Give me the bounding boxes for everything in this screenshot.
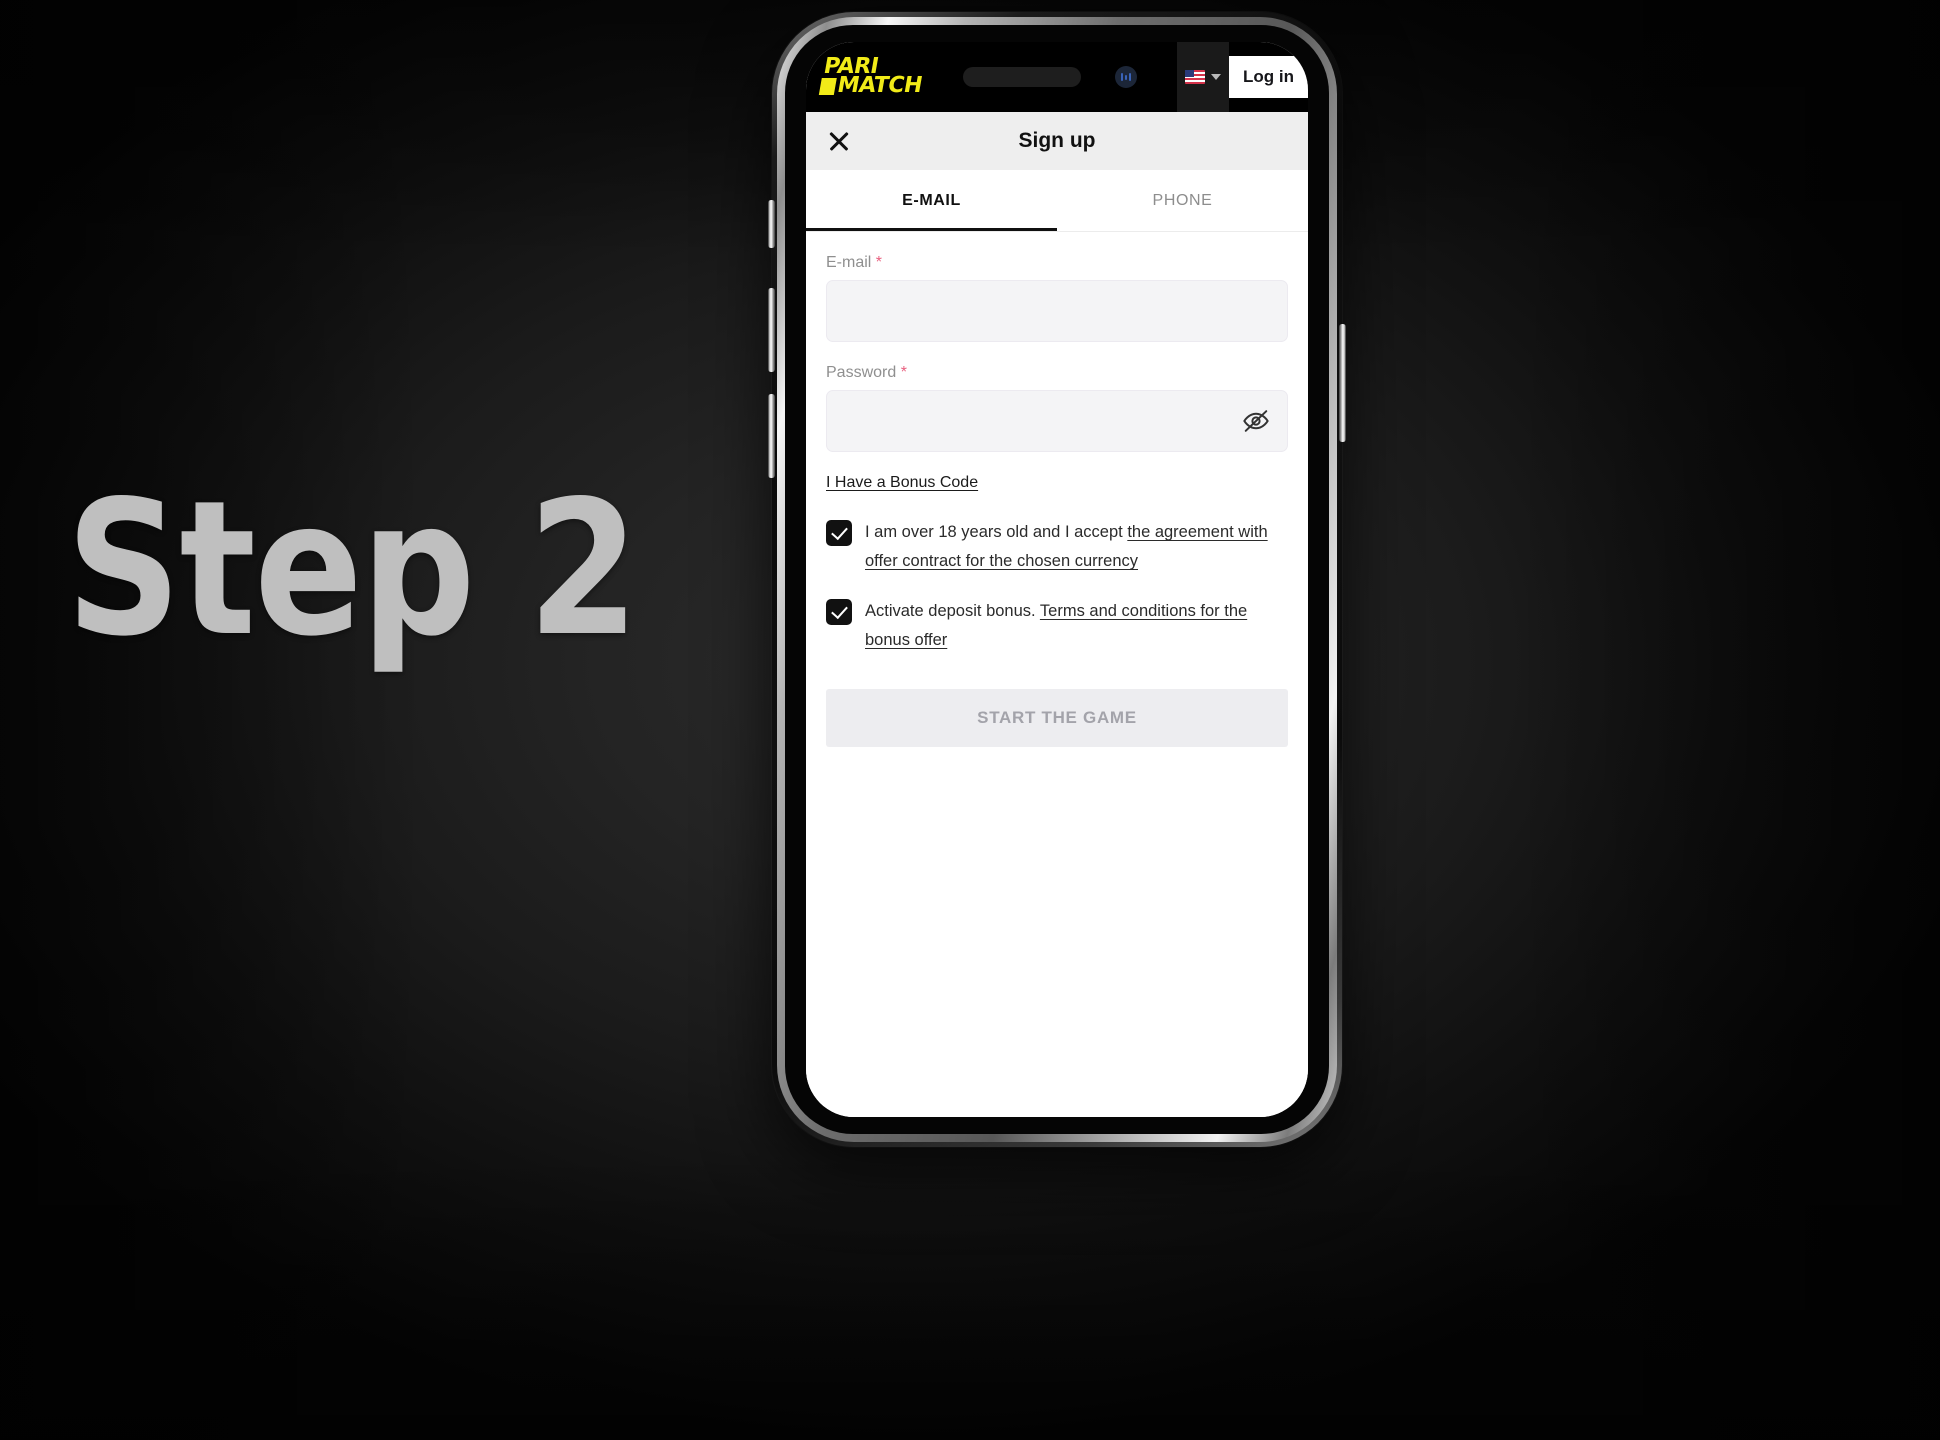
header-right-group: Log in xyxy=(1177,42,1308,112)
tab-phone[interactable]: PHONE xyxy=(1057,170,1308,231)
age-agreement-plain: I am over 18 years old and I accept xyxy=(865,523,1128,541)
login-button[interactable]: Log in xyxy=(1229,56,1308,98)
password-required-mark: * xyxy=(900,364,907,381)
logo-match-label: MATCH xyxy=(835,73,924,98)
age-agreement-row: I am over 18 years old and I accept the … xyxy=(826,518,1288,577)
power-button[interactable] xyxy=(1339,324,1346,442)
parimatch-logo[interactable]: PARI MATCH xyxy=(818,54,927,98)
password-label: Password * xyxy=(826,364,1288,382)
page-title: Sign up xyxy=(1018,129,1096,152)
phone-screen: PARI MATCH Log in Sign up E-MAIL PHONE E… xyxy=(806,42,1308,1117)
chevron-down-icon xyxy=(1211,74,1222,80)
email-field[interactable] xyxy=(843,281,1271,341)
password-label-text: Password xyxy=(826,364,897,381)
eye-off-icon[interactable] xyxy=(1241,406,1271,436)
mute-switch[interactable] xyxy=(768,200,775,248)
bonus-code-link[interactable]: I Have a Bonus Code xyxy=(826,474,978,492)
volume-up-button[interactable] xyxy=(768,288,775,372)
volume-down-button[interactable] xyxy=(768,394,775,478)
password-input-box[interactable] xyxy=(826,390,1288,452)
signup-method-tabs: E-MAIL PHONE xyxy=(806,170,1308,232)
email-input-box[interactable] xyxy=(826,280,1288,342)
email-label: E-mail * xyxy=(826,254,1288,272)
phone-mockup: PARI MATCH Log in Sign up E-MAIL PHONE E… xyxy=(768,12,1346,1147)
logo-block-shape xyxy=(818,77,837,95)
deposit-bonus-row: Activate deposit bonus. Terms and condit… xyxy=(826,597,1288,656)
us-flag-icon xyxy=(1185,70,1206,84)
app-header: PARI MATCH Log in xyxy=(806,42,1308,112)
logo-text-match: MATCH xyxy=(818,73,924,98)
password-field[interactable] xyxy=(843,391,1241,451)
language-selector[interactable] xyxy=(1177,42,1230,112)
deposit-bonus-plain: Activate deposit bonus. xyxy=(865,601,1040,620)
start-the-game-button[interactable]: START THE GAME xyxy=(826,689,1288,748)
header-sound-icon[interactable] xyxy=(1115,66,1138,88)
deposit-bonus-checkbox[interactable] xyxy=(826,598,852,625)
age-agreement-checkbox[interactable] xyxy=(826,520,852,546)
close-icon[interactable] xyxy=(826,128,852,154)
tab-email[interactable]: E-MAIL xyxy=(806,170,1057,231)
signup-modal-bar: Sign up xyxy=(806,112,1308,170)
age-agreement-text: I am over 18 years old and I accept the … xyxy=(865,518,1288,577)
email-required-mark: * xyxy=(875,254,883,271)
step-caption: Step 2 xyxy=(66,460,639,677)
header-search-bar[interactable] xyxy=(963,67,1082,87)
signup-form: E-mail * Password * I Have a Bonus Code … xyxy=(806,232,1308,1117)
email-label-text: E-mail xyxy=(826,254,872,271)
sound-bars-icon xyxy=(1121,73,1132,81)
deposit-bonus-text: Activate deposit bonus. Terms and condit… xyxy=(865,597,1288,656)
